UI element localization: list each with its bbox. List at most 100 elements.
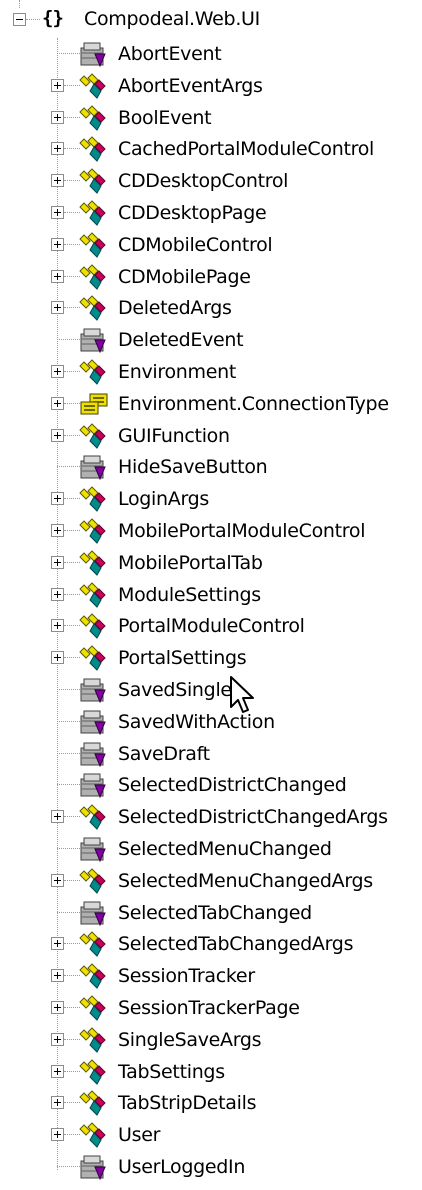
expand-plus-icon[interactable] bbox=[51, 651, 64, 665]
delegate-icon bbox=[80, 678, 106, 704]
class-icon bbox=[79, 995, 106, 1021]
tree-item-label: UserLoggedIn bbox=[118, 1156, 246, 1178]
tree-item-label: MobilePortalTab bbox=[118, 551, 263, 574]
expand-plus-icon[interactable] bbox=[51, 78, 64, 92]
tree-item-label: DeletedArgs bbox=[118, 297, 232, 320]
tree-connector bbox=[57, 848, 80, 849]
delegate-icon bbox=[80, 773, 106, 799]
namespace-braces-icon: {} bbox=[42, 7, 64, 29]
tree-item-class[interactable]: SelectedMenuChangedArgs bbox=[0, 865, 422, 897]
expand-plus-icon[interactable] bbox=[51, 301, 64, 315]
tree-connector bbox=[57, 466, 80, 468]
tree-item-delegate[interactable]: SelectedTabChanged bbox=[0, 897, 422, 929]
expand-plus-icon[interactable] bbox=[51, 1128, 64, 1142]
class-icon bbox=[79, 73, 106, 99]
expand-plus-icon[interactable] bbox=[51, 873, 64, 887]
expand-plus-icon[interactable] bbox=[51, 810, 64, 824]
tree-item-class[interactable]: AbortEventArgs bbox=[0, 70, 422, 102]
delegate-icon bbox=[80, 455, 106, 481]
tree-item-class[interactable]: SessionTrackerPage bbox=[0, 992, 422, 1024]
expand-plus-icon[interactable] bbox=[51, 1001, 64, 1014]
tree-item-delegate[interactable]: SavedSingle bbox=[0, 674, 422, 706]
expand-plus-icon[interactable] bbox=[51, 937, 64, 951]
tree-item-label: SingleSaveArgs bbox=[118, 1028, 262, 1051]
expand-plus-icon[interactable] bbox=[51, 1064, 64, 1078]
tree-item-delegate[interactable]: SelectedDistrictChanged bbox=[0, 769, 422, 801]
expand-plus-icon[interactable] bbox=[51, 428, 64, 442]
tree-item-class[interactable]: CachedPortalModuleControl bbox=[0, 133, 422, 165]
tree-item-class[interactable]: CDMobilePage bbox=[0, 261, 422, 293]
tree-item-class[interactable]: TabStripDetails bbox=[0, 1087, 422, 1119]
class-icon bbox=[79, 232, 106, 258]
tree-item-label: ModuleSettings bbox=[118, 583, 261, 606]
expand-plus-icon[interactable] bbox=[51, 206, 64, 219]
expand-plus-icon[interactable] bbox=[51, 969, 64, 983]
tree-item-label: CachedPortalModuleControl bbox=[118, 138, 375, 161]
class-icon bbox=[79, 550, 106, 576]
collapse-minus-icon[interactable] bbox=[13, 13, 26, 26]
tree-item-class[interactable]: PortalModuleControl bbox=[0, 610, 422, 642]
tree-item-class[interactable]: CDMobileControl bbox=[0, 229, 422, 261]
expand-plus-icon[interactable] bbox=[51, 524, 64, 537]
tree-item-label: AbortEvent bbox=[118, 43, 222, 65]
tree-item-class[interactable]: LoginArgs bbox=[0, 483, 422, 515]
tree-item-label: PortalModuleControl bbox=[118, 615, 305, 638]
expand-plus-icon[interactable] bbox=[51, 365, 64, 378]
tree-item-label: SelectedTabChangedArgs bbox=[118, 933, 354, 956]
expand-plus-icon[interactable] bbox=[51, 110, 64, 124]
tree-item-delegate[interactable]: AbortEvent bbox=[0, 38, 422, 70]
tree-item-label: SelectedDistrictChanged bbox=[118, 774, 347, 797]
tree-item-class[interactable]: DeletedArgs bbox=[0, 292, 422, 324]
tree-item-class[interactable]: TabSettings bbox=[0, 1056, 422, 1088]
tree-item-delegate[interactable]: SavedWithAction bbox=[0, 706, 422, 738]
expand-plus-icon[interactable] bbox=[51, 619, 64, 633]
expand-plus-icon[interactable] bbox=[51, 587, 64, 601]
delegate-icon bbox=[80, 742, 106, 767]
tree-item-label: SessionTrackerPage bbox=[118, 997, 300, 1019]
delegate-icon bbox=[80, 1155, 106, 1181]
tree-item-label: SessionTracker bbox=[118, 965, 255, 988]
tree-connector bbox=[57, 784, 80, 786]
tree-item-delegate[interactable]: DeletedEvent bbox=[0, 324, 422, 356]
namespace-node[interactable]: {} Compodeal.Web.UI bbox=[0, 0, 422, 38]
tree-item-label: TabSettings bbox=[118, 1060, 225, 1083]
tree-item-class[interactable]: SelectedTabChangedArgs bbox=[0, 928, 422, 960]
tree-item-class[interactable]: SelectedDistrictChangedArgs bbox=[0, 801, 422, 833]
class-icon bbox=[79, 136, 106, 163]
class-icon bbox=[79, 645, 106, 672]
tree-item-delegate[interactable]: SelectedMenuChanged bbox=[0, 833, 422, 865]
tree-item-class[interactable]: User bbox=[0, 1119, 422, 1151]
tree-item-class[interactable]: GUIFunction bbox=[0, 420, 422, 452]
expand-plus-icon[interactable] bbox=[51, 142, 64, 156]
tree-item-class[interactable]: CDDesktopPage bbox=[0, 197, 422, 229]
expand-plus-icon[interactable] bbox=[51, 396, 64, 410]
class-icon bbox=[79, 931, 106, 958]
tree-item-delegate[interactable]: SaveDraft bbox=[0, 738, 422, 770]
tree-item-class[interactable]: PortalSettings bbox=[0, 642, 422, 674]
expand-plus-icon[interactable] bbox=[51, 1032, 64, 1046]
class-icon bbox=[79, 963, 106, 990]
tree-item-class[interactable]: Environment bbox=[0, 356, 422, 388]
tree-item-label: Environment bbox=[118, 361, 237, 383]
expand-plus-icon[interactable] bbox=[51, 174, 64, 188]
tree-item-delegate[interactable]: HideSaveButton bbox=[0, 451, 422, 483]
class-icon bbox=[79, 804, 106, 831]
tree-item-delegate[interactable]: UserLoggedIn bbox=[0, 1151, 422, 1183]
tree-item-class[interactable]: BoolEvent bbox=[0, 102, 422, 134]
tree-item-label: TabStripDetails bbox=[118, 1092, 257, 1115]
tree-item-class[interactable]: CDDesktopControl bbox=[0, 165, 422, 197]
tree-item-class[interactable]: ModuleSettings bbox=[0, 579, 422, 611]
tree-item-label: LoginArgs bbox=[118, 488, 209, 511]
class-icon bbox=[79, 613, 106, 640]
expand-plus-icon[interactable] bbox=[51, 269, 64, 283]
class-icon bbox=[79, 359, 106, 385]
tree-item-class[interactable]: MobilePortalModuleControl bbox=[0, 515, 422, 547]
expand-plus-icon[interactable] bbox=[51, 555, 64, 569]
tree-item-enum[interactable]: Environment.ConnectionType bbox=[0, 388, 422, 420]
expand-plus-icon[interactable] bbox=[51, 492, 64, 506]
expand-plus-icon[interactable] bbox=[51, 1096, 64, 1110]
tree-item-class[interactable]: SessionTracker bbox=[0, 960, 422, 992]
tree-item-class[interactable]: SingleSaveArgs bbox=[0, 1024, 422, 1056]
expand-plus-icon[interactable] bbox=[51, 237, 64, 251]
tree-item-class[interactable]: MobilePortalTab bbox=[0, 547, 422, 579]
